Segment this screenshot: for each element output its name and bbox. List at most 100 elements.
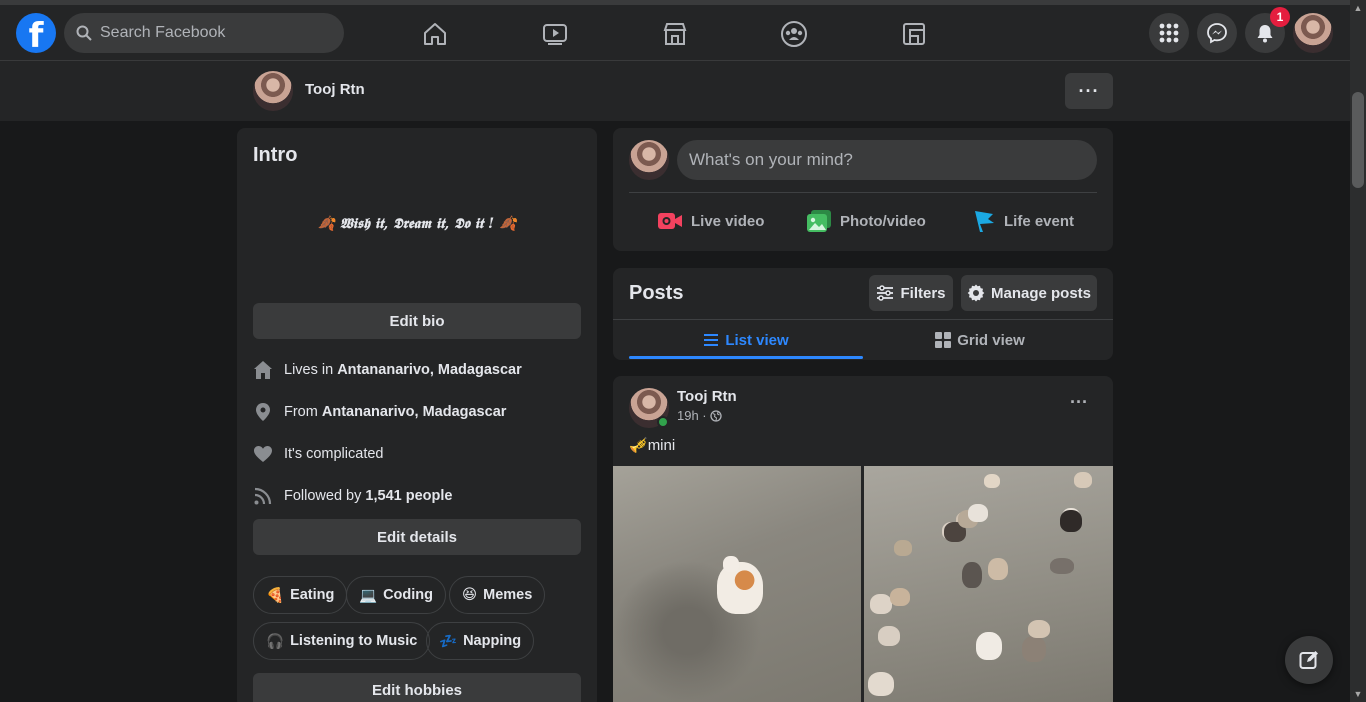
post-timestamp[interactable]: 19h ·: [677, 408, 722, 423]
nav-marketplace-tab[interactable]: [655, 14, 695, 54]
hobby-chip[interactable]: 💤 Napping: [426, 622, 535, 660]
marketplace-icon: [663, 23, 687, 45]
headphones-icon: 🎧: [266, 633, 285, 650]
hobby-chip[interactable]: 😆 Memes: [449, 576, 546, 614]
kitten-shape: [1022, 636, 1046, 662]
kitten-shape: [976, 632, 1002, 660]
bio-text: 🍂 𝖂𝖎𝖘𝖍 𝖎𝖙, 𝕯𝖗𝖊𝖆𝖒 𝖎𝖙, 𝕯𝖔 𝖎𝖙 ! 🍂: [317, 216, 517, 232]
live-video-label: Live video: [691, 212, 765, 230]
manage-posts-label: Manage posts: [990, 284, 1092, 302]
detail-from: From Antananarivo, Madagascar: [253, 400, 506, 424]
hobby-chip[interactable]: 💻 Coding: [346, 576, 446, 614]
kitten-shape: [962, 562, 982, 588]
kitten-shape: [878, 626, 900, 646]
live-video-icon: [658, 213, 682, 229]
kitten-shape: [894, 540, 912, 556]
post-time-label: 19h ·: [677, 408, 707, 423]
filters-icon: [877, 285, 894, 301]
kitten-shape: [868, 672, 894, 696]
search-bar[interactable]: [64, 13, 344, 53]
scrollbar-thumb[interactable]: [1352, 92, 1364, 188]
composer-avatar[interactable]: [629, 140, 669, 180]
nav-groups-tab[interactable]: [774, 14, 814, 54]
photo-video-icon: [807, 210, 831, 232]
gaming-icon: [903, 23, 925, 45]
hobby-label: Listening to Music: [290, 633, 418, 649]
post-text: 🎺mini: [629, 436, 675, 454]
filters-button[interactable]: Filters: [869, 275, 953, 311]
kitten-shape: [1074, 472, 1092, 488]
more-icon: ···: [1078, 80, 1100, 101]
kitten-shape: [870, 594, 892, 614]
laughing-face-icon: 😆: [462, 587, 478, 603]
posts-title: Posts: [629, 282, 684, 304]
kitten-shape: [1050, 558, 1074, 574]
groups-icon: [781, 21, 807, 47]
tab-list-view[interactable]: List view: [629, 324, 863, 356]
life-event-icon: [975, 211, 994, 232]
heart-icon: [254, 446, 272, 462]
watch-icon: [543, 24, 567, 45]
search-input[interactable]: [100, 24, 320, 42]
location-pin-icon: [256, 403, 270, 421]
photo-video-button[interactable]: Photo/video: [806, 204, 926, 238]
messenger-button[interactable]: [1197, 13, 1237, 53]
detail-relationship: It's complicated: [253, 442, 383, 466]
life-event-button[interactable]: Life event: [972, 204, 1074, 238]
messenger-icon: [1207, 23, 1227, 44]
scroll-up-arrow-icon[interactable]: ▲: [1350, 0, 1366, 16]
laptop-icon: 💻: [359, 587, 378, 604]
manage-posts-button[interactable]: Manage posts: [961, 275, 1097, 311]
hobby-chip[interactable]: 🎧 Listening to Music: [253, 622, 431, 660]
zzz-icon: 💤: [439, 633, 458, 650]
menu-button[interactable]: [1149, 13, 1189, 53]
detail-value[interactable]: Antananarivo, Madagascar: [337, 362, 522, 378]
kitten-shape: [1060, 510, 1082, 532]
kittens-group-photo[interactable]: [864, 466, 1113, 702]
account-avatar[interactable]: [1293, 13, 1333, 53]
trumpet-icon: 🎺: [629, 437, 648, 454]
hobby-label: Napping: [463, 633, 522, 649]
nav-watch-tab[interactable]: [535, 14, 575, 54]
grid-icon: [935, 332, 952, 348]
list-view-label: List view: [725, 331, 789, 349]
scroll-down-arrow-icon[interactable]: ▼: [1350, 686, 1366, 702]
life-event-label: Life event: [1004, 212, 1075, 230]
kitten-shape: [1028, 620, 1050, 638]
photo-video-label: Photo/video: [840, 212, 926, 230]
gear-icon: [967, 284, 985, 302]
profile-avatar[interactable]: [253, 71, 293, 111]
edit-bio-button[interactable]: Edit bio: [253, 303, 581, 339]
house-icon: [254, 361, 272, 379]
post-options-button[interactable]: ···: [1062, 392, 1096, 420]
kitten-photo[interactable]: [613, 466, 861, 702]
kitten-head: [723, 556, 739, 572]
live-video-button[interactable]: Live video: [657, 204, 764, 238]
divider: [629, 192, 1097, 193]
hobby-chip[interactable]: 🍕 Eating: [253, 576, 348, 614]
nav-home-tab[interactable]: [415, 14, 455, 54]
tab-grid-view[interactable]: Grid view: [863, 324, 1097, 356]
edit-details-button[interactable]: Edit details: [253, 519, 581, 555]
profile-name[interactable]: Tooj Rtn: [305, 81, 365, 98]
kitten-shape: [984, 474, 1000, 488]
new-message-button[interactable]: [1285, 636, 1333, 684]
post-author-name[interactable]: Tooj Rtn: [677, 388, 737, 405]
hobby-label: Memes: [483, 587, 533, 603]
pizza-icon: 🍕: [266, 587, 285, 604]
profile-more-button[interactable]: ···: [1065, 73, 1113, 109]
facebook-logo-icon[interactable]: f: [16, 13, 56, 53]
nav-gaming-tab[interactable]: [894, 14, 934, 54]
menu-grid-icon: [1159, 23, 1179, 43]
active-tab-indicator: [629, 356, 863, 359]
detail-value[interactable]: Antananarivo, Madagascar: [322, 404, 507, 420]
detail-value[interactable]: 1,541 people: [365, 488, 452, 504]
kitten-shape: [890, 588, 910, 606]
rss-icon: [254, 487, 272, 505]
edit-hobbies-button[interactable]: Edit hobbies: [253, 673, 581, 702]
bell-icon: [1257, 25, 1273, 43]
whats-on-your-mind-input[interactable]: What's on your mind?: [677, 140, 1097, 180]
list-icon: [704, 334, 719, 346]
detail-lives-in: Lives in Antananarivo, Madagascar: [253, 358, 522, 382]
kitten-shape: [968, 504, 988, 522]
